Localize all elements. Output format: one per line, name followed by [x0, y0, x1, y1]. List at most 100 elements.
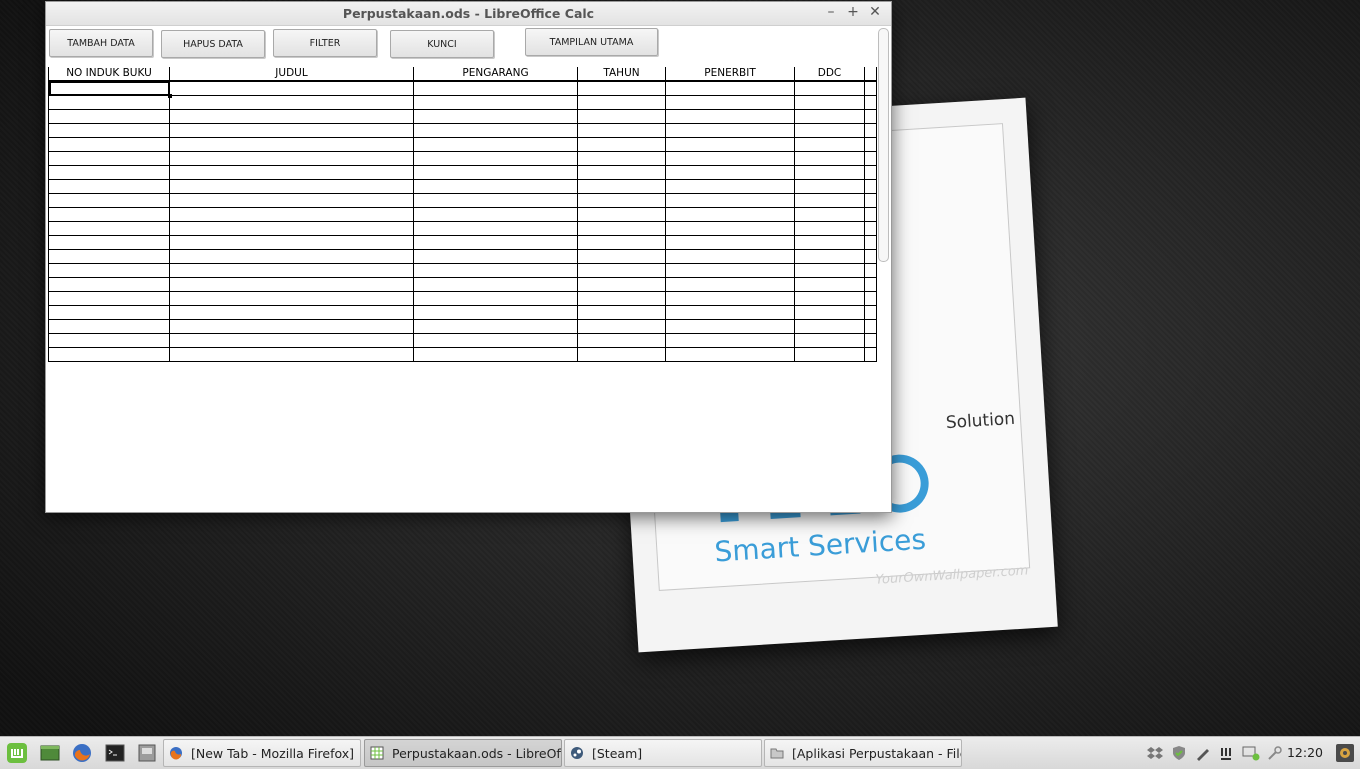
table-cell[interactable] — [794, 193, 865, 208]
table-cell[interactable] — [665, 319, 795, 334]
table-cell[interactable] — [794, 319, 865, 334]
user-tray-icon[interactable] — [1336, 744, 1354, 762]
table-cell[interactable] — [413, 291, 578, 306]
table-cell[interactable] — [864, 291, 877, 306]
table-cell[interactable] — [665, 80, 795, 96]
hapus-data-button[interactable]: HAPUS DATA — [161, 30, 265, 58]
table-cell[interactable] — [665, 179, 795, 194]
tampilan-utama-button[interactable]: TAMPILAN UTAMA — [525, 28, 658, 56]
task-steam[interactable]: [Steam] — [564, 739, 762, 767]
table-cell[interactable] — [665, 193, 795, 208]
task-calc[interactable]: Perpustakaan.ods - LibreOffi... — [364, 739, 562, 767]
table-cell[interactable] — [413, 109, 578, 124]
table-cell[interactable] — [48, 165, 170, 180]
mint-menu-icon[interactable] — [6, 742, 28, 764]
table-cell[interactable] — [169, 221, 414, 236]
table-cell[interactable] — [413, 151, 578, 166]
vertical-scrollbar[interactable] — [878, 28, 889, 262]
table-cell[interactable] — [577, 263, 666, 278]
table-cell[interactable] — [577, 80, 666, 96]
table-cell[interactable] — [48, 137, 170, 152]
table-cell[interactable] — [665, 109, 795, 124]
maximize-button[interactable]: + — [844, 4, 862, 20]
notification-tray-icon[interactable] — [1218, 744, 1236, 762]
table-cell[interactable] — [413, 235, 578, 250]
table-cell[interactable] — [577, 305, 666, 320]
minimize-button[interactable]: – — [822, 4, 840, 20]
table-cell[interactable] — [48, 109, 170, 124]
table-cell[interactable] — [665, 347, 795, 362]
table-cell[interactable] — [794, 179, 865, 194]
table-cell[interactable] — [577, 137, 666, 152]
table-cell[interactable] — [665, 263, 795, 278]
steam-tray-icon[interactable] — [1266, 744, 1284, 762]
table-cell[interactable] — [864, 193, 877, 208]
tambah-data-button[interactable]: TAMBAH DATA — [49, 29, 153, 57]
table-cell[interactable] — [413, 333, 578, 348]
table-cell[interactable] — [169, 95, 414, 110]
table-cell[interactable] — [794, 221, 865, 236]
table-cell[interactable] — [665, 305, 795, 320]
table-cell[interactable] — [794, 249, 865, 264]
table-cell[interactable] — [169, 291, 414, 306]
table-cell[interactable] — [413, 95, 578, 110]
table-cell[interactable] — [864, 333, 877, 348]
firefox-launcher-icon[interactable] — [71, 742, 93, 764]
table-cell[interactable] — [864, 165, 877, 180]
table-cell[interactable] — [864, 249, 877, 264]
table-cell[interactable] — [794, 165, 865, 180]
table-cell[interactable] — [48, 319, 170, 334]
table-cell[interactable] — [169, 277, 414, 292]
table-cell[interactable] — [413, 347, 578, 362]
table-cell[interactable] — [413, 80, 578, 96]
window-titlebar[interactable]: Perpustakaan.ods - LibreOffice Calc – + … — [46, 2, 891, 26]
table-cell[interactable] — [48, 193, 170, 208]
update-shield-tray-icon[interactable] — [1170, 744, 1188, 762]
table-cell[interactable] — [665, 291, 795, 306]
table-cell[interactable] — [794, 263, 865, 278]
table-cell[interactable] — [794, 207, 865, 222]
table-cell[interactable] — [413, 207, 578, 222]
pen-tray-icon[interactable] — [1194, 744, 1212, 762]
table-cell[interactable] — [665, 151, 795, 166]
table-cell[interactable] — [864, 207, 877, 222]
network-tray-icon[interactable] — [1242, 744, 1260, 762]
table-cell[interactable] — [48, 151, 170, 166]
table-cell[interactable] — [413, 123, 578, 138]
table-cell[interactable] — [577, 235, 666, 250]
table-cell[interactable] — [665, 249, 795, 264]
table-cell[interactable] — [169, 123, 414, 138]
table-cell[interactable] — [169, 80, 414, 96]
table-cell[interactable] — [665, 235, 795, 250]
show-desktop-icon[interactable] — [39, 742, 61, 764]
table-cell[interactable] — [864, 221, 877, 236]
header-ddc[interactable]: DDC — [794, 67, 865, 82]
task-file-manager[interactable]: [Aplikasi Perpustakaan - File ... — [764, 739, 962, 767]
table-cell[interactable] — [169, 109, 414, 124]
terminal-launcher-icon[interactable] — [104, 742, 126, 764]
table-cell[interactable] — [665, 207, 795, 222]
table-cell[interactable] — [577, 193, 666, 208]
file-manager-launcher-icon[interactable] — [136, 742, 158, 764]
table-cell[interactable] — [577, 179, 666, 194]
table-cell[interactable] — [864, 347, 877, 362]
table-cell[interactable] — [864, 235, 877, 250]
table-cell[interactable] — [864, 319, 877, 334]
table-cell[interactable] — [169, 179, 414, 194]
header-penerbit[interactable]: PENERBIT — [665, 67, 795, 82]
table-cell[interactable] — [169, 347, 414, 362]
table-cell[interactable] — [48, 123, 170, 138]
table-cell[interactable] — [794, 277, 865, 292]
table-cell[interactable] — [864, 277, 877, 292]
table-cell[interactable] — [577, 249, 666, 264]
table-cell[interactable] — [48, 249, 170, 264]
table-cell[interactable] — [794, 235, 865, 250]
table-cell[interactable] — [48, 179, 170, 194]
table-cell[interactable] — [665, 123, 795, 138]
table-cell[interactable] — [794, 333, 865, 348]
table-cell[interactable] — [413, 165, 578, 180]
table-cell[interactable] — [794, 291, 865, 306]
table-cell[interactable] — [794, 151, 865, 166]
header-extra[interactable] — [864, 67, 877, 82]
table-cell[interactable] — [794, 80, 865, 96]
